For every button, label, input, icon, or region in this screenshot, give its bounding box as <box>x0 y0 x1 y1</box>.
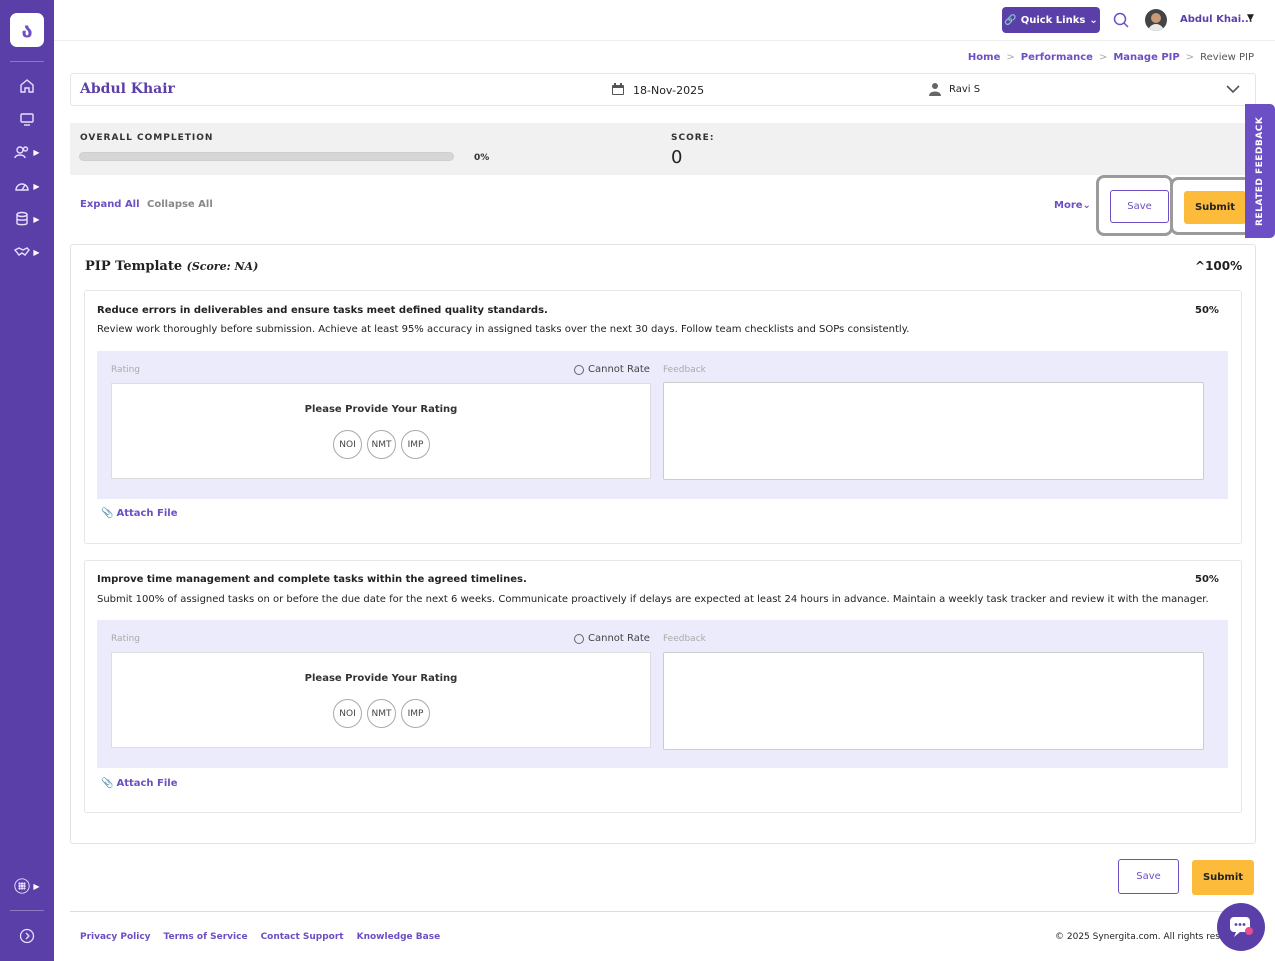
collapse-all-link[interactable]: Collapse All <box>147 199 213 210</box>
breadcrumb-home[interactable]: Home <box>968 52 1000 63</box>
rating-prompt: Please Provide Your Rating <box>304 404 458 415</box>
goal-title: Reduce errors in deliverables and ensure… <box>97 305 548 316</box>
cannot-rate-radio[interactable]: Cannot Rate <box>574 364 650 375</box>
apps-grid-icon[interactable]: ▶ <box>0 873 54 899</box>
expand-all-link[interactable]: Expand All <box>80 199 140 210</box>
breadcrumb-separator: > <box>1006 52 1015 63</box>
handshake-icon[interactable]: ▶ <box>0 239 54 265</box>
quick-links-button[interactable]: 🔗 Quick Links ⌄ <box>1002 7 1100 33</box>
privacy-policy-link[interactable]: Privacy Policy <box>80 932 151 942</box>
breadcrumb-separator: > <box>1098 52 1108 63</box>
rating-option-noi[interactable]: NOI <box>333 430 362 459</box>
contact-support-link[interactable]: Contact Support <box>261 932 344 942</box>
completion-percent: 0% <box>474 153 490 163</box>
score-value: 0 <box>671 147 683 168</box>
rating-label: Rating <box>111 634 141 644</box>
breadcrumb-manage-pip[interactable]: Manage PIP <box>1113 52 1179 63</box>
quick-links-label: Quick Links <box>1020 14 1086 26</box>
top-bar: 🔗 Quick Links ⌄ Abdul Khai... ▼ <box>54 0 1275 41</box>
rating-option-nmt[interactable]: NMT <box>367 430 396 459</box>
submit-button-bottom[interactable]: Submit <box>1192 860 1254 895</box>
rating-option-imp[interactable]: IMP <box>401 430 430 459</box>
terms-of-service-link[interactable]: Terms of Service <box>164 932 248 942</box>
attach-file-label: Attach File <box>116 778 178 789</box>
breadcrumb-current: Review PIP <box>1200 52 1254 63</box>
database-icon[interactable]: ▶ <box>0 206 54 232</box>
rating-option-noi[interactable]: NOI <box>333 699 362 728</box>
template-percent-toggle[interactable]: ^100% <box>1195 259 1242 273</box>
sidebar: ა ▶ ▶ ▶ ▶ ▶ <box>0 0 54 961</box>
completion-panel <box>70 123 1250 175</box>
chat-icon <box>1230 917 1253 937</box>
app-logo[interactable]: ა <box>10 13 44 47</box>
copyright: © 2025 Synergita.com. All rights res <box>1055 932 1220 942</box>
calendar-icon <box>612 83 624 95</box>
rating-box: Please Provide Your Rating NOI NMT IMP <box>111 652 651 748</box>
chevron-down-icon: ⌄ <box>1082 200 1091 211</box>
user-name[interactable]: Abdul Khai... <box>1180 14 1253 25</box>
feedback-textarea[interactable] <box>663 382 1204 480</box>
rating-option-nmt[interactable]: NMT <box>367 699 396 728</box>
breadcrumb-performance[interactable]: Performance <box>1021 52 1093 63</box>
submit-button[interactable]: Submit <box>1184 191 1246 224</box>
overall-completion-label: OVERALL COMPLETION <box>80 133 214 143</box>
link-icon: 🔗 <box>1004 14 1017 26</box>
goal-description: Review work thoroughly before submission… <box>97 324 910 335</box>
expand-sidebar-icon[interactable] <box>0 923 54 949</box>
manager-name: Ravi S <box>949 84 981 95</box>
user-avatar[interactable] <box>1145 9 1167 31</box>
rating-prompt: Please Provide Your Rating <box>304 673 458 684</box>
rating-option-imp[interactable]: IMP <box>401 699 430 728</box>
chevron-down-icon[interactable] <box>1226 84 1240 94</box>
feedback-label: Feedback <box>663 365 706 375</box>
employee-name: Abdul Khair <box>80 81 175 97</box>
goal-weight: 50% <box>1195 574 1219 585</box>
sidebar-divider <box>10 61 44 62</box>
chat-button[interactable] <box>1217 903 1265 951</box>
goal-weight: 50% <box>1195 305 1219 316</box>
chevron-up-icon: ^ <box>1195 259 1206 273</box>
template-score: (Score: NA) <box>186 260 259 273</box>
template-title: PIP Template (Score: NA) <box>85 259 258 274</box>
completion-progress-bar <box>79 152 454 161</box>
knowledge-base-link[interactable]: Knowledge Base <box>357 932 441 942</box>
feedback-label: Feedback <box>663 634 706 644</box>
footer-links: Privacy Policy Terms of Service Contact … <box>80 932 440 942</box>
home-icon[interactable] <box>0 73 54 99</box>
template-name: PIP Template <box>85 259 183 274</box>
attach-file-label: Attach File <box>116 508 178 519</box>
footer-divider <box>70 911 1256 912</box>
dashboard-icon[interactable]: ▶ <box>0 173 54 199</box>
rating-box: Please Provide Your Rating NOI NMT IMP <box>111 383 651 479</box>
paperclip-icon: 📎 <box>101 508 114 519</box>
save-button[interactable]: Save <box>1110 190 1169 223</box>
sidebar-divider <box>10 910 44 911</box>
attach-file-link[interactable]: 📎 Attach File <box>101 778 178 789</box>
search-icon[interactable] <box>1112 11 1130 29</box>
breadcrumb: Home > Performance > Manage PIP > Review… <box>968 52 1254 63</box>
goal-description: Submit 100% of assigned tasks on or befo… <box>97 594 1209 605</box>
paperclip-icon: 📎 <box>101 778 114 789</box>
cannot-rate-label: Cannot Rate <box>588 633 650 644</box>
more-menu[interactable]: More⌄ <box>1054 200 1091 211</box>
save-button-bottom[interactable]: Save <box>1118 859 1179 894</box>
chevron-down-icon: ⌄ <box>1089 14 1098 26</box>
cannot-rate-label: Cannot Rate <box>588 364 650 375</box>
score-label: SCORE: <box>671 133 715 143</box>
cannot-rate-radio[interactable]: Cannot Rate <box>574 633 650 644</box>
rating-label: Rating <box>111 365 141 375</box>
manager-icon <box>929 83 941 96</box>
monitor-icon[interactable] <box>0 106 54 132</box>
template-percent: 100% <box>1205 259 1243 273</box>
people-icon[interactable]: ▶ <box>0 139 54 165</box>
related-feedback-tab[interactable]: RELATED FEEDBACK <box>1245 104 1275 238</box>
goal-title: Improve time management and complete tas… <box>97 574 527 585</box>
more-label: More <box>1054 200 1083 211</box>
breadcrumb-separator: > <box>1185 52 1195 63</box>
attach-file-link[interactable]: 📎 Attach File <box>101 508 178 519</box>
review-date: 18-Nov-2025 <box>633 84 705 97</box>
user-menu-chevron-icon[interactable]: ▼ <box>1247 13 1254 23</box>
feedback-textarea[interactable] <box>663 652 1204 750</box>
